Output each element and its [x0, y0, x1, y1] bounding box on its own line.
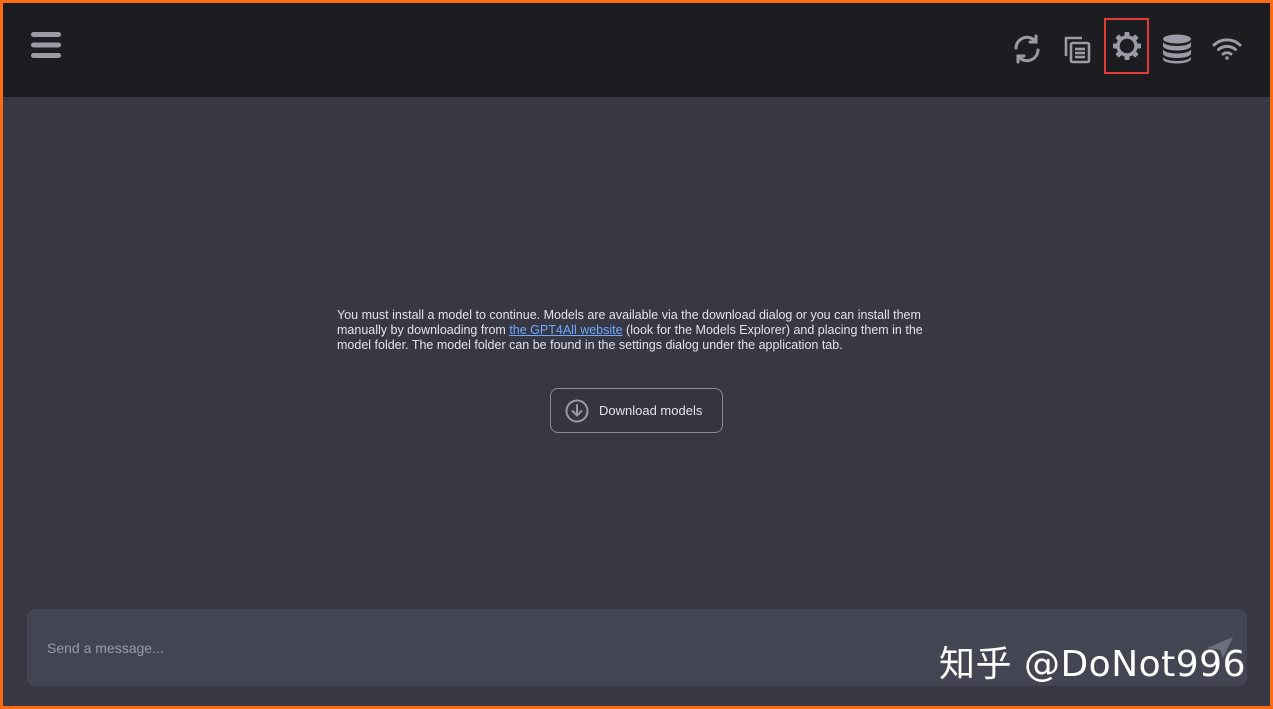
wifi-icon	[1212, 38, 1242, 60]
download-models-label: Download models	[599, 403, 703, 418]
settings-button[interactable]	[1104, 18, 1149, 74]
menu-button[interactable]	[27, 25, 65, 65]
database-icon	[1163, 34, 1191, 64]
reload-icon	[1014, 34, 1040, 64]
app-window: You must install a model to continue. Mo…	[3, 3, 1270, 706]
watermark: 知乎 @DoNot996	[939, 644, 1246, 685]
copy-conversation-button[interactable]	[1056, 29, 1098, 69]
download-models-button[interactable]: Download models	[550, 388, 723, 433]
download-circle-icon	[565, 399, 589, 422]
gear-icon	[1112, 32, 1141, 60]
hamburger-icon	[31, 32, 61, 58]
reload-button[interactable]	[1006, 29, 1048, 69]
models-database-button[interactable]	[1156, 29, 1198, 69]
top-bar	[3, 3, 1270, 97]
network-button[interactable]	[1206, 29, 1248, 69]
copy-icon	[1064, 36, 1091, 64]
install-model-notice: You must install a model to continue. Mo…	[337, 308, 931, 353]
gpt4all-website-link[interactable]: the GPT4All website	[509, 323, 622, 337]
